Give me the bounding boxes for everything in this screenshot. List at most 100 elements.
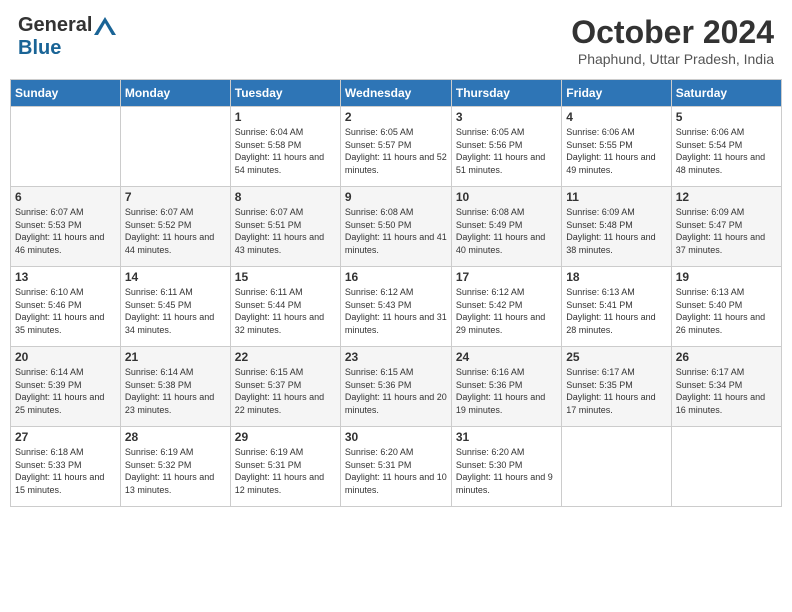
sunrise-text: Sunrise: 6:15 AM — [345, 367, 414, 377]
calendar-cell: 22 Sunrise: 6:15 AM Sunset: 5:37 PM Dayl… — [230, 347, 340, 427]
daylight-text: Daylight: 11 hours and 10 minutes. — [345, 472, 447, 495]
sunset-text: Sunset: 5:48 PM — [566, 220, 633, 230]
calendar-cell: 9 Sunrise: 6:08 AM Sunset: 5:50 PM Dayli… — [340, 187, 451, 267]
day-info: Sunrise: 6:11 AM Sunset: 5:44 PM Dayligh… — [235, 286, 336, 336]
day-number: 7 — [125, 190, 226, 204]
sunset-text: Sunset: 5:32 PM — [125, 460, 192, 470]
sunset-text: Sunset: 5:50 PM — [345, 220, 412, 230]
location-subtitle: Phaphund, Uttar Pradesh, India — [571, 51, 774, 67]
calendar-cell: 2 Sunrise: 6:05 AM Sunset: 5:57 PM Dayli… — [340, 107, 451, 187]
day-number: 20 — [15, 350, 116, 364]
sunset-text: Sunset: 5:47 PM — [676, 220, 743, 230]
sunrise-text: Sunrise: 6:11 AM — [125, 287, 193, 297]
day-info: Sunrise: 6:20 AM Sunset: 5:30 PM Dayligh… — [456, 446, 557, 496]
calendar-cell: 10 Sunrise: 6:08 AM Sunset: 5:49 PM Dayl… — [451, 187, 561, 267]
day-number: 17 — [456, 270, 557, 284]
col-wednesday: Wednesday — [340, 80, 451, 107]
day-info: Sunrise: 6:09 AM Sunset: 5:48 PM Dayligh… — [566, 206, 666, 256]
daylight-text: Daylight: 11 hours and 26 minutes. — [676, 312, 765, 335]
sunrise-text: Sunrise: 6:20 AM — [345, 447, 414, 457]
day-info: Sunrise: 6:13 AM Sunset: 5:41 PM Dayligh… — [566, 286, 666, 336]
day-info: Sunrise: 6:16 AM Sunset: 5:36 PM Dayligh… — [456, 366, 557, 416]
daylight-text: Daylight: 11 hours and 43 minutes. — [235, 232, 324, 255]
sunset-text: Sunset: 5:51 PM — [235, 220, 302, 230]
sunrise-text: Sunrise: 6:17 AM — [566, 367, 635, 377]
daylight-text: Daylight: 11 hours and 34 minutes. — [125, 312, 214, 335]
day-number: 2 — [345, 110, 447, 124]
calendar-cell: 3 Sunrise: 6:05 AM Sunset: 5:56 PM Dayli… — [451, 107, 561, 187]
day-info: Sunrise: 6:18 AM Sunset: 5:33 PM Dayligh… — [15, 446, 116, 496]
calendar-cell: 20 Sunrise: 6:14 AM Sunset: 5:39 PM Dayl… — [11, 347, 121, 427]
sunset-text: Sunset: 5:49 PM — [456, 220, 523, 230]
sunrise-text: Sunrise: 6:07 AM — [15, 207, 84, 217]
sunset-text: Sunset: 5:53 PM — [15, 220, 82, 230]
sunrise-text: Sunrise: 6:19 AM — [235, 447, 304, 457]
sunset-text: Sunset: 5:36 PM — [456, 380, 523, 390]
sunset-text: Sunset: 5:54 PM — [676, 140, 743, 150]
sunrise-text: Sunrise: 6:14 AM — [125, 367, 194, 377]
day-info: Sunrise: 6:14 AM Sunset: 5:38 PM Dayligh… — [125, 366, 226, 416]
calendar-week-4: 20 Sunrise: 6:14 AM Sunset: 5:39 PM Dayl… — [11, 347, 782, 427]
day-number: 26 — [676, 350, 777, 364]
day-number: 18 — [566, 270, 666, 284]
day-info: Sunrise: 6:08 AM Sunset: 5:49 PM Dayligh… — [456, 206, 557, 256]
sunrise-text: Sunrise: 6:09 AM — [566, 207, 635, 217]
day-info: Sunrise: 6:13 AM Sunset: 5:40 PM Dayligh… — [676, 286, 777, 336]
daylight-text: Daylight: 11 hours and 46 minutes. — [15, 232, 104, 255]
sunrise-text: Sunrise: 6:08 AM — [345, 207, 414, 217]
day-info: Sunrise: 6:11 AM Sunset: 5:45 PM Dayligh… — [125, 286, 226, 336]
day-info: Sunrise: 6:20 AM Sunset: 5:31 PM Dayligh… — [345, 446, 447, 496]
day-number: 3 — [456, 110, 557, 124]
daylight-text: Daylight: 11 hours and 38 minutes. — [566, 232, 655, 255]
calendar-cell: 15 Sunrise: 6:11 AM Sunset: 5:44 PM Dayl… — [230, 267, 340, 347]
calendar-cell: 7 Sunrise: 6:07 AM Sunset: 5:52 PM Dayli… — [120, 187, 230, 267]
calendar-cell: 18 Sunrise: 6:13 AM Sunset: 5:41 PM Dayl… — [562, 267, 671, 347]
calendar-cell: 23 Sunrise: 6:15 AM Sunset: 5:36 PM Dayl… — [340, 347, 451, 427]
day-number: 30 — [345, 430, 447, 444]
day-info: Sunrise: 6:15 AM Sunset: 5:36 PM Dayligh… — [345, 366, 447, 416]
sunset-text: Sunset: 5:36 PM — [345, 380, 412, 390]
sunrise-text: Sunrise: 6:20 AM — [456, 447, 525, 457]
daylight-text: Daylight: 11 hours and 22 minutes. — [235, 392, 324, 415]
calendar-cell — [11, 107, 121, 187]
daylight-text: Daylight: 11 hours and 23 minutes. — [125, 392, 214, 415]
sunset-text: Sunset: 5:38 PM — [125, 380, 192, 390]
day-number: 19 — [676, 270, 777, 284]
calendar-cell: 1 Sunrise: 6:04 AM Sunset: 5:58 PM Dayli… — [230, 107, 340, 187]
day-info: Sunrise: 6:19 AM Sunset: 5:31 PM Dayligh… — [235, 446, 336, 496]
sunset-text: Sunset: 5:43 PM — [345, 300, 412, 310]
sunrise-text: Sunrise: 6:13 AM — [566, 287, 635, 297]
day-info: Sunrise: 6:14 AM Sunset: 5:39 PM Dayligh… — [15, 366, 116, 416]
sunset-text: Sunset: 5:34 PM — [676, 380, 743, 390]
sunrise-text: Sunrise: 6:15 AM — [235, 367, 304, 377]
col-friday: Friday — [562, 80, 671, 107]
logo-icon — [94, 17, 116, 35]
calendar-cell: 5 Sunrise: 6:06 AM Sunset: 5:54 PM Dayli… — [671, 107, 781, 187]
sunrise-text: Sunrise: 6:12 AM — [345, 287, 414, 297]
sunrise-text: Sunrise: 6:18 AM — [15, 447, 84, 457]
col-tuesday: Tuesday — [230, 80, 340, 107]
sunrise-text: Sunrise: 6:14 AM — [15, 367, 84, 377]
calendar-cell: 30 Sunrise: 6:20 AM Sunset: 5:31 PM Dayl… — [340, 427, 451, 507]
col-saturday: Saturday — [671, 80, 781, 107]
logo: General Blue — [18, 14, 116, 60]
sunrise-text: Sunrise: 6:06 AM — [566, 127, 635, 137]
sunset-text: Sunset: 5:31 PM — [235, 460, 302, 470]
daylight-text: Daylight: 11 hours and 49 minutes. — [566, 152, 655, 175]
daylight-text: Daylight: 11 hours and 51 minutes. — [456, 152, 545, 175]
day-info: Sunrise: 6:09 AM Sunset: 5:47 PM Dayligh… — [676, 206, 777, 256]
day-info: Sunrise: 6:06 AM Sunset: 5:55 PM Dayligh… — [566, 126, 666, 176]
calendar-cell: 8 Sunrise: 6:07 AM Sunset: 5:51 PM Dayli… — [230, 187, 340, 267]
sunrise-text: Sunrise: 6:17 AM — [676, 367, 745, 377]
calendar-cell: 21 Sunrise: 6:14 AM Sunset: 5:38 PM Dayl… — [120, 347, 230, 427]
col-sunday: Sunday — [11, 80, 121, 107]
calendar-cell — [120, 107, 230, 187]
calendar-cell — [671, 427, 781, 507]
calendar-cell: 24 Sunrise: 6:16 AM Sunset: 5:36 PM Dayl… — [451, 347, 561, 427]
daylight-text: Daylight: 11 hours and 15 minutes. — [15, 472, 104, 495]
daylight-text: Daylight: 11 hours and 16 minutes. — [676, 392, 765, 415]
sunrise-text: Sunrise: 6:05 AM — [456, 127, 525, 137]
sunrise-text: Sunrise: 6:19 AM — [125, 447, 194, 457]
daylight-text: Daylight: 11 hours and 35 minutes. — [15, 312, 104, 335]
calendar-cell: 27 Sunrise: 6:18 AM Sunset: 5:33 PM Dayl… — [11, 427, 121, 507]
